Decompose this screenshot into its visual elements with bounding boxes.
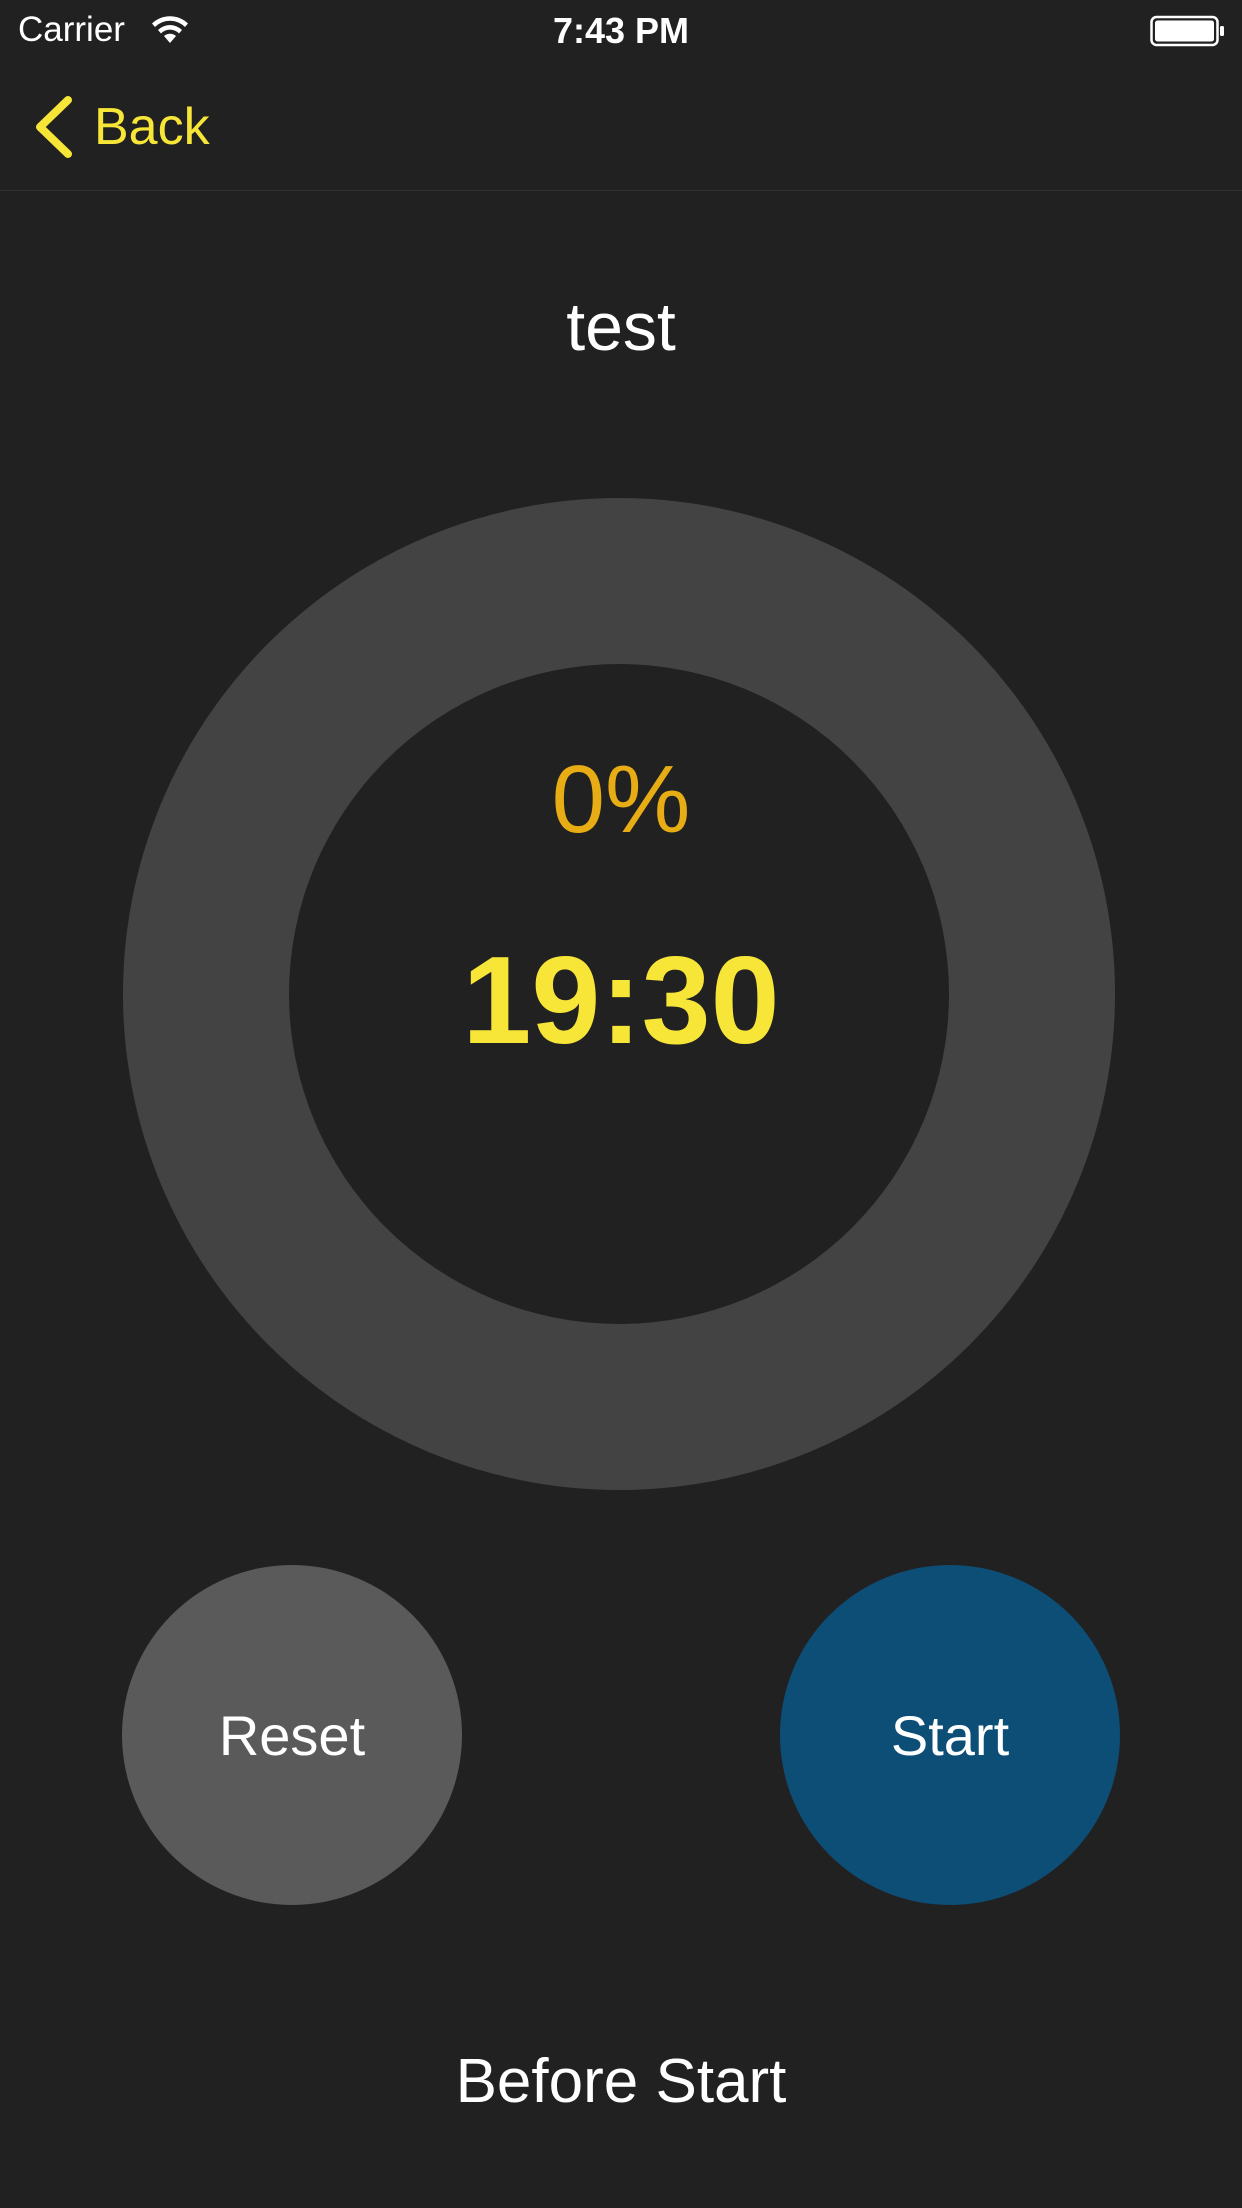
chevron-left-icon — [36, 96, 72, 158]
timer-state: Before Start — [455, 2047, 787, 2116]
status-time: 7:43 PM — [552, 10, 690, 51]
reset-button[interactable]: Reset — [122, 1565, 462, 1905]
battery-full-icon — [1150, 15, 1224, 47]
navigation-bar: Back — [0, 62, 1242, 191]
back-label: Back — [94, 98, 210, 156]
timer-title: test — [566, 289, 676, 365]
back-button[interactable]: Back — [30, 92, 210, 162]
status-bar: Carrier 7:43 PM — [0, 0, 1242, 62]
start-button[interactable]: Start — [780, 1565, 1120, 1905]
countdown-time: 19:30 — [462, 932, 780, 1070]
progress-percent: 0% — [551, 746, 691, 853]
